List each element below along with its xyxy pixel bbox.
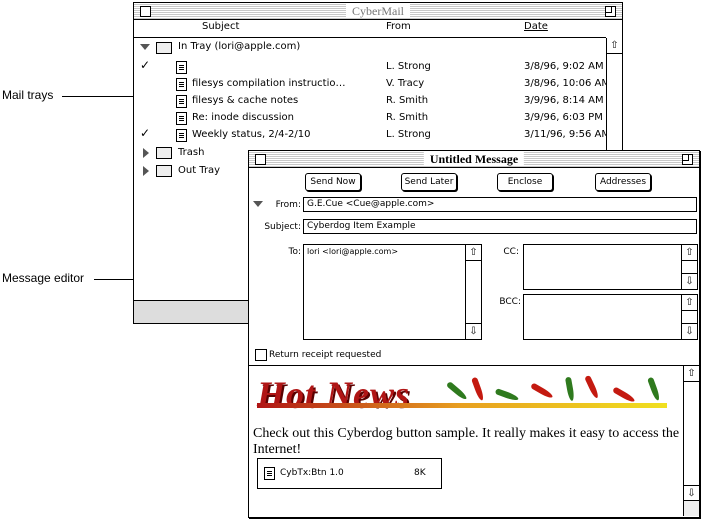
scroll-down-arrow-icon[interactable]: ⇩ xyxy=(466,323,481,339)
return-receipt-checkbox[interactable] xyxy=(255,349,267,361)
pepper-icon xyxy=(530,382,554,400)
bcc-label: BCC: xyxy=(499,297,521,307)
message-window-title: Untitled Message xyxy=(423,152,525,166)
to-label: To: xyxy=(288,247,301,257)
enclose-button[interactable]: Enclose xyxy=(497,173,553,191)
scroll-up-arrow-icon[interactable]: ⇧ xyxy=(682,245,697,261)
scroll-down-arrow-icon[interactable]: ⇩ xyxy=(682,273,697,289)
message-document-icon xyxy=(176,129,187,142)
message-from[interactable]: L. Strong xyxy=(386,58,431,75)
message-date[interactable]: 3/11/96, 9:56 AM xyxy=(524,126,610,143)
scroll-up-arrow-icon[interactable]: ⇧ xyxy=(684,366,699,382)
read-check-icon: ✓ xyxy=(140,58,151,72)
callout-mail-trays: Mail trays xyxy=(2,88,54,102)
out-tray-label[interactable]: Out Tray xyxy=(178,162,220,179)
subject-field[interactable]: Cyberdog Item Example xyxy=(303,219,697,234)
close-box-icon[interactable] xyxy=(140,6,151,17)
pepper-icon xyxy=(584,374,600,400)
to-field-value: lori <lori@apple.com> xyxy=(307,247,399,256)
message-subject[interactable]: filesys & cache notes xyxy=(192,92,382,109)
mail-window-title: CyberMail xyxy=(346,4,410,18)
callout-message-editor: Message editor xyxy=(2,271,85,285)
document-icon xyxy=(264,467,275,480)
message-window: Untitled Message Send Now Send Later Enc… xyxy=(248,150,700,518)
message-document-icon xyxy=(176,61,187,74)
pepper-icon xyxy=(564,376,576,402)
pepper-icon xyxy=(471,376,485,402)
cyberdog-button-item[interactable]: CybTx:Btn 1.0 8K xyxy=(257,458,442,489)
cc-scrollbar[interactable]: ⇧ ⇩ xyxy=(681,245,697,289)
message-titlebar[interactable]: Untitled Message xyxy=(249,151,699,168)
message-date[interactable]: 3/8/96, 10:06 AM xyxy=(524,75,610,92)
send-later-button[interactable]: Send Later xyxy=(401,173,457,191)
column-header-from[interactable]: From xyxy=(386,21,411,37)
cc-field[interactable]: ⇧ ⇩ xyxy=(523,244,698,290)
message-from[interactable]: R. Smith xyxy=(386,109,428,126)
close-box-icon[interactable] xyxy=(255,154,266,165)
scroll-down-arrow-icon[interactable]: ⇩ xyxy=(682,323,697,339)
message-date[interactable]: 3/9/96, 8:14 AM xyxy=(524,92,604,109)
attachment-name: CybTx:Btn 1.0 xyxy=(280,468,344,478)
header-disclosure-triangle-icon[interactable] xyxy=(253,201,263,207)
from-label: From: xyxy=(275,200,301,210)
disclosure-triangle-right-icon[interactable] xyxy=(143,148,149,158)
zoom-box-icon[interactable] xyxy=(605,6,616,17)
in-tray-label[interactable]: In Tray (lori@apple.com) xyxy=(178,38,300,55)
message-body-scrollbar[interactable]: ⇧ ⇩ xyxy=(683,366,699,516)
cc-label: CC: xyxy=(503,247,519,257)
pepper-icon xyxy=(647,376,661,402)
message-from[interactable]: L. Strong xyxy=(386,126,431,143)
message-from[interactable]: R. Smith xyxy=(386,92,428,109)
banner-underline xyxy=(257,403,667,408)
scroll-down-arrow-icon[interactable]: ⇩ xyxy=(684,485,699,501)
message-from[interactable]: V. Tracy xyxy=(386,75,424,92)
addresses-button[interactable]: Addresses xyxy=(595,173,651,191)
message-date[interactable]: 3/9/96, 6:03 PM xyxy=(524,109,603,126)
message-subject[interactable]: Re: inode discussion xyxy=(192,109,382,126)
column-header-date[interactable]: Date xyxy=(524,21,548,37)
return-receipt-label: Return receipt requested xyxy=(269,350,382,360)
to-scrollbar[interactable]: ⇧ ⇩ xyxy=(465,245,481,339)
trash-label[interactable]: Trash xyxy=(178,144,204,161)
scroll-up-arrow-icon[interactable]: ⇧ xyxy=(466,245,481,261)
attachment-size: 8K xyxy=(414,468,426,478)
message-document-icon xyxy=(176,78,187,91)
scroll-up-arrow-icon[interactable]: ⇧ xyxy=(607,38,622,54)
message-body-text[interactable]: Check out this Cyberdog button sample. I… xyxy=(253,426,683,458)
out-tray-icon xyxy=(156,165,172,177)
bcc-scrollbar[interactable]: ⇧ ⇩ xyxy=(681,295,697,339)
message-date[interactable]: 3/8/96, 9:02 AM xyxy=(524,58,604,75)
column-header-subject[interactable]: Subject xyxy=(202,21,239,37)
disclosure-triangle-right-icon[interactable] xyxy=(143,166,149,176)
message-subject[interactable] xyxy=(192,58,382,75)
resize-grip-icon[interactable] xyxy=(684,500,699,516)
mail-titlebar[interactable]: CyberMail xyxy=(134,3,622,20)
pepper-icon xyxy=(612,386,636,404)
trash-icon xyxy=(156,147,172,159)
subject-label: Subject: xyxy=(264,222,301,232)
message-subject[interactable]: Weekly status, 2/4-2/10 xyxy=(192,126,382,143)
body-divider xyxy=(249,365,699,366)
message-document-icon xyxy=(176,95,187,108)
in-tray-icon xyxy=(156,42,172,54)
message-document-icon xyxy=(176,112,187,125)
pepper-icon xyxy=(445,380,469,402)
send-now-button[interactable]: Send Now xyxy=(305,173,361,191)
bcc-field[interactable]: ⇧ ⇩ xyxy=(523,294,698,340)
banner-text: Hot News xyxy=(257,374,411,414)
scroll-up-arrow-icon[interactable]: ⇧ xyxy=(682,295,697,311)
message-subject[interactable]: filesys compilation instructio… xyxy=(192,75,382,92)
pepper-icon xyxy=(494,388,520,402)
disclosure-triangle-down-icon[interactable] xyxy=(140,44,150,50)
from-field[interactable]: G.E.Cue <Cue@apple.com> xyxy=(303,197,697,212)
to-field[interactable]: lori <lori@apple.com> ⇧ ⇩ xyxy=(303,244,482,340)
zoom-box-icon[interactable] xyxy=(682,154,693,165)
read-check-icon: ✓ xyxy=(140,126,151,140)
